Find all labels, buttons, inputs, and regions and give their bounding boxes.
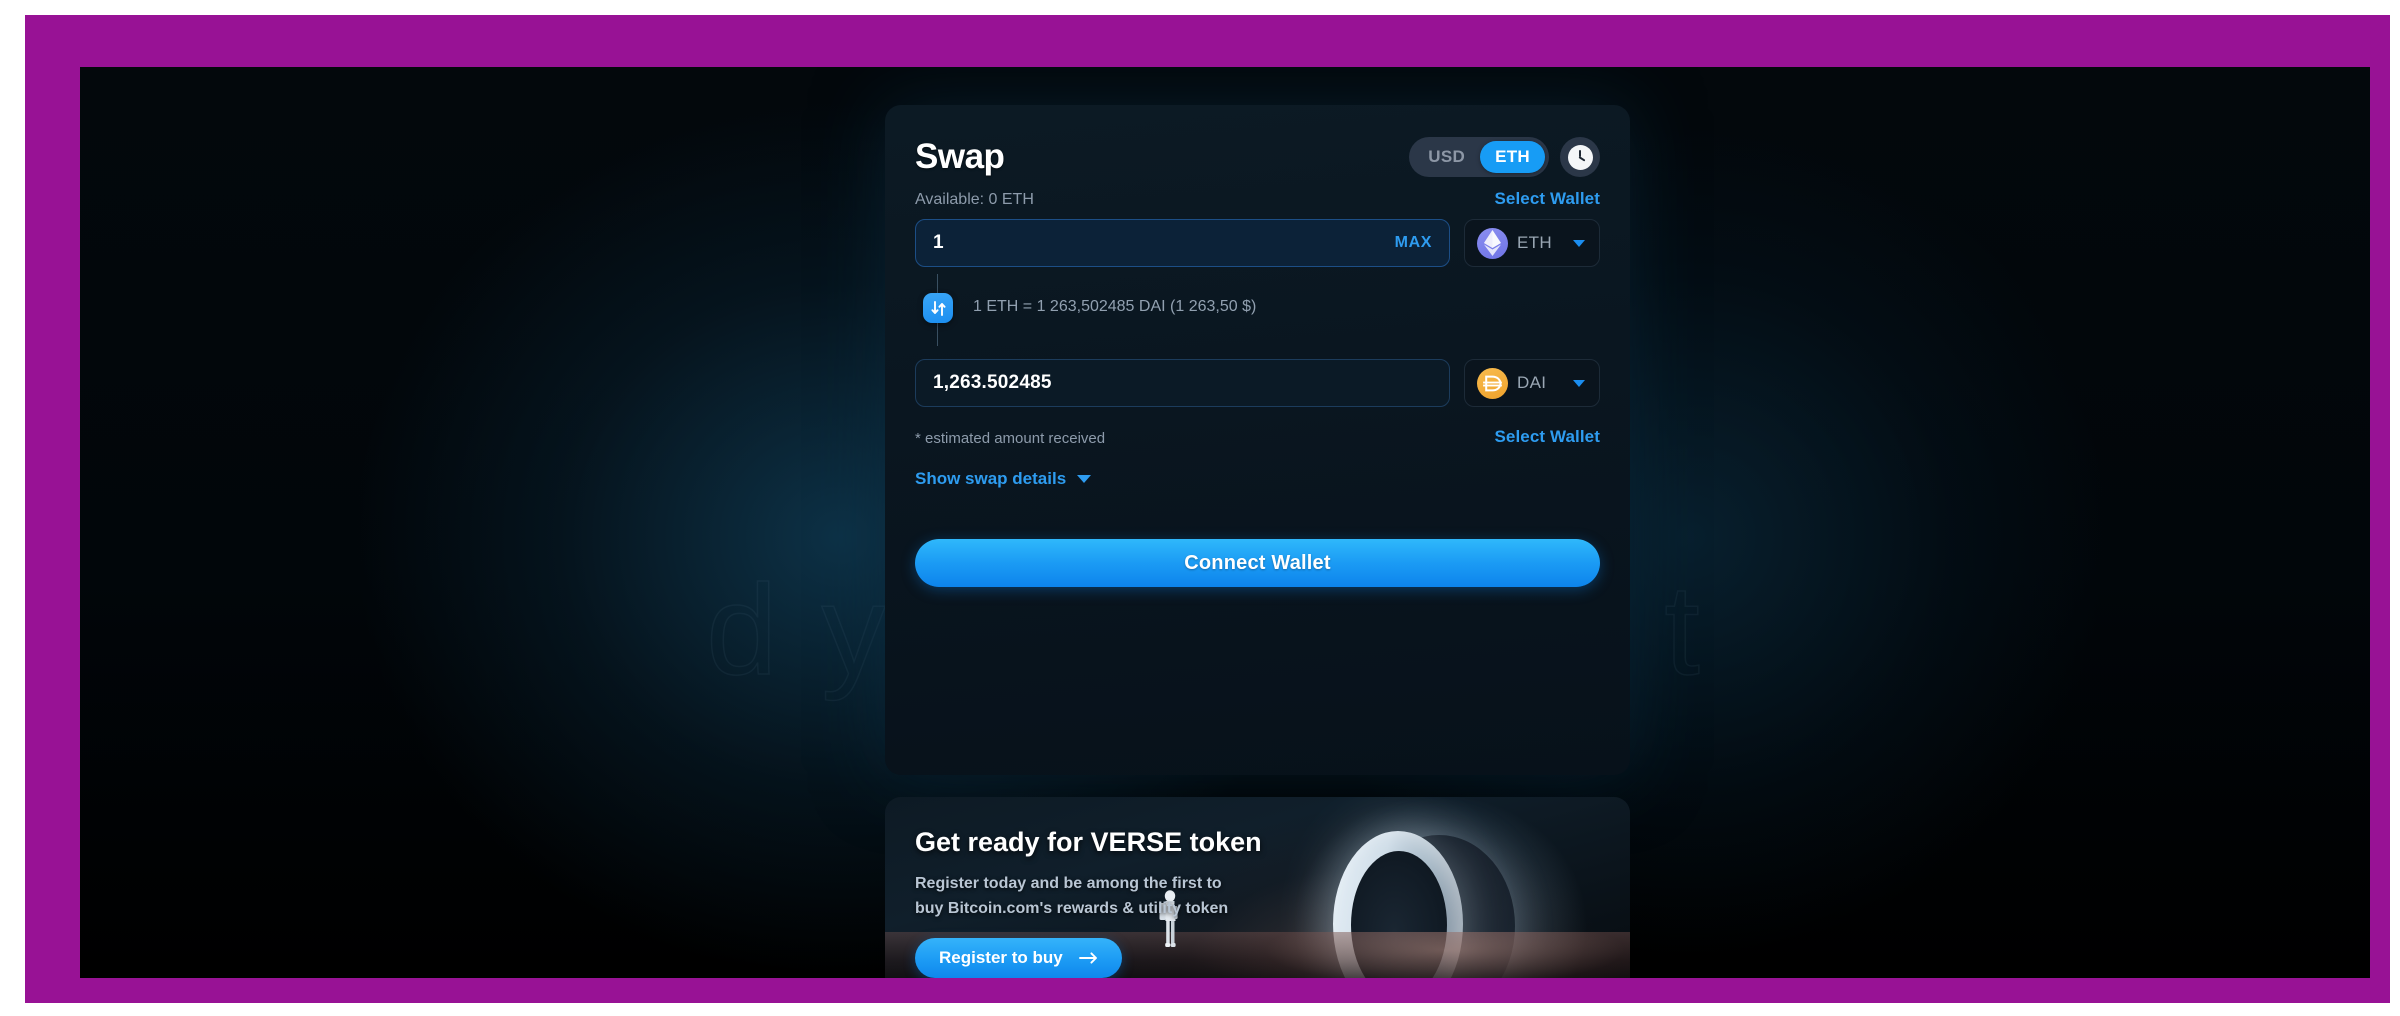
ethereum-icon [1477,227,1508,259]
promo-subtitle: Register today and be among the first to… [915,875,1229,917]
purple-frame-border: dyp.expert Swap USD ETH Available: 0 ETH [25,15,2390,1003]
to-amount-value: 1,263.502485 [933,372,1052,393]
available-balance-label: Available: 0 ETH [915,191,1034,208]
swap-card: Swap USD ETH Available: 0 ETH Select Wal… [885,105,1630,775]
chevron-down-icon [1573,239,1585,247]
transaction-history-button[interactable] [1560,137,1600,177]
to-token-symbol: DAI [1517,373,1547,392]
from-token-selector[interactable]: ETH [1464,219,1600,267]
estimated-amount-note: * estimated amount received [915,430,1106,447]
from-amount-row: 1 MAX ETH [885,219,1630,267]
promo-content: Get ready for VERSE token Register today… [885,797,1262,978]
from-amount-value: 1 [933,232,944,253]
connect-wallet-button[interactable]: Connect Wallet [915,539,1600,587]
card-header: Swap USD ETH [885,105,1630,179]
to-amount-field[interactable]: 1,263.502485 [915,359,1450,407]
to-amount-row: 1,263.502485 DAI [885,359,1630,407]
promo-title: Get ready for VERSE token [915,827,1262,857]
app-viewport: dyp.expert Swap USD ETH Available: 0 ETH [80,67,2370,978]
currency-toggle-option-eth[interactable]: ETH [1480,141,1545,173]
register-to-buy-button[interactable]: Register to buy [915,937,1122,978]
from-token-symbol: ETH [1517,233,1552,252]
swap-middle-strip: 1 ETH = 1 263,502485 DAI (1 263,50 $) [885,271,1630,349]
select-wallet-to-link[interactable]: Select Wallet [1494,427,1600,447]
connect-wallet-label: Connect Wallet [1184,551,1331,574]
chevron-down-icon [1573,379,1585,387]
swap-direction-button[interactable] [923,293,953,323]
select-wallet-from-link[interactable]: Select Wallet [1494,189,1600,209]
currency-toggle-option-usd[interactable]: USD [1413,141,1480,173]
to-meta-row: * estimated amount received Select Walle… [885,417,1630,447]
from-meta-row: Available: 0 ETH Select Wallet [885,179,1630,209]
dai-icon [1477,367,1508,399]
currency-toggle[interactable]: USD ETH [1409,137,1549,177]
page-title: Swap [915,137,1005,176]
verse-token-promo-banner[interactable]: Get ready for VERSE token Register today… [885,797,1630,978]
header-controls: USD ETH [1409,137,1600,177]
exchange-rate-text: 1 ETH = 1 263,502485 DAI (1 263,50 $) [973,298,1257,315]
swap-vertical-arrows-icon [930,300,946,316]
show-swap-details-label: Show swap details [915,469,1067,488]
arrow-right-icon [1078,952,1097,964]
show-swap-details-toggle[interactable]: Show swap details [885,469,1630,489]
clock-icon [1567,144,1593,170]
to-token-selector[interactable]: DAI [1464,359,1600,407]
register-to-buy-label: Register to buy [939,947,1063,967]
max-button[interactable]: MAX [1395,234,1432,252]
from-amount-field[interactable]: 1 MAX [915,219,1450,267]
chevron-down-icon [1077,475,1092,483]
